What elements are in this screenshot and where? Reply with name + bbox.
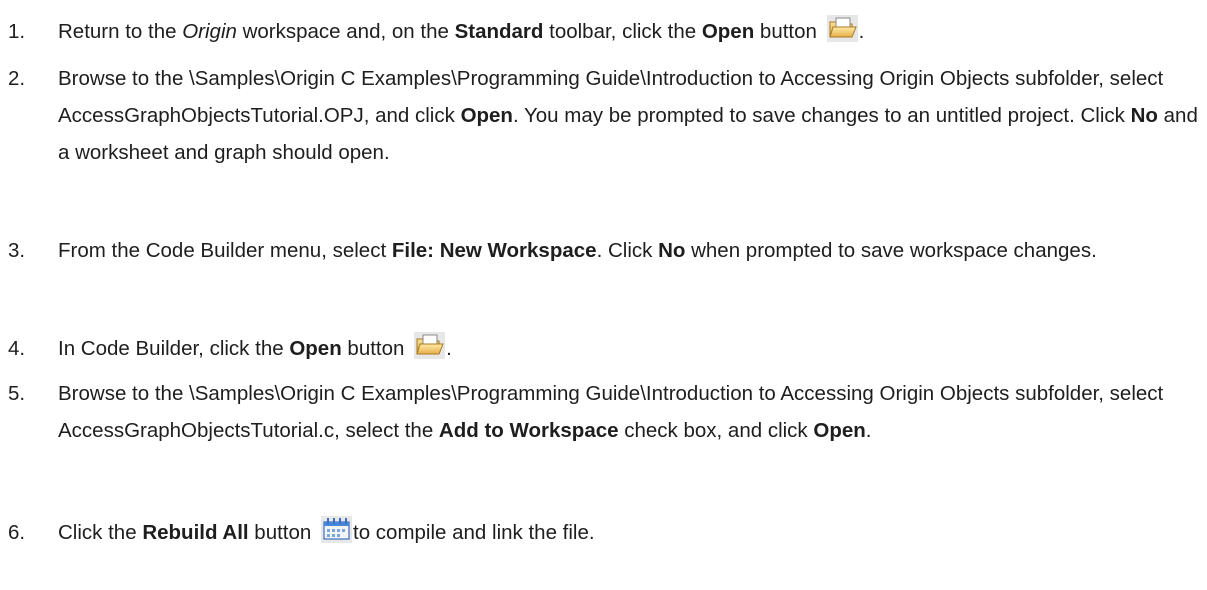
text-run: toolbar, click the <box>543 20 702 43</box>
step-text: Browse to the \Samples\Origin C Examples… <box>58 375 1200 449</box>
text-run: to compile and link the file. <box>353 521 595 544</box>
text-run: button <box>248 521 317 544</box>
step-number: 2. <box>8 67 26 90</box>
text-run: . Click <box>596 239 659 262</box>
step-5: 5. Browse to the \Samples\Origin C Examp… <box>0 375 1200 449</box>
step-1: 1. Return to the Origin workspace and, o… <box>0 13 1200 50</box>
bold-term: Standard <box>454 20 544 43</box>
step-number: 3. <box>8 239 26 262</box>
italic-term: Origin <box>182 20 237 43</box>
step-text: Click the Rebuild All button to compile … <box>58 514 1200 551</box>
bold-term: Open <box>289 337 342 360</box>
text-run: workspace and, on the <box>236 20 455 43</box>
instruction-list: 1. Return to the Origin workspace and, o… <box>0 0 1207 590</box>
step-text: Browse to the \Samples\Origin C Examples… <box>58 60 1200 171</box>
bold-term: No <box>1130 104 1158 127</box>
step-6: 6. Click the Rebuild All button to compi… <box>0 514 1200 551</box>
step-number: 5. <box>8 382 26 405</box>
text-run: . <box>446 337 452 360</box>
step-text: In Code Builder, click the Open button . <box>58 330 1200 367</box>
text-run: . <box>865 419 872 442</box>
text-run: In Code Builder, click the <box>58 337 290 360</box>
step-4: 4. In Code Builder, click the Open butto… <box>0 330 1200 367</box>
text-run: check box, and click <box>618 419 814 442</box>
step-number: 6. <box>8 521 26 544</box>
bold-term: Add to Workspace <box>438 419 619 442</box>
folder-open-icon <box>414 332 446 359</box>
folder-open-icon <box>826 15 858 42</box>
text-run: button <box>754 20 823 43</box>
step-2: 2. Browse to the \Samples\Origin C Examp… <box>0 60 1200 171</box>
text-run: Return to the <box>58 20 183 43</box>
step-number: 1. <box>8 20 26 43</box>
rebuild-all-icon <box>321 516 352 543</box>
text-run: From the Code Builder menu, select <box>58 239 392 262</box>
step-text: Return to the Origin workspace and, on t… <box>58 13 1200 50</box>
step-3: 3. From the Code Builder menu, select Fi… <box>0 232 1200 269</box>
text-run: . You may be prompted to save changes to… <box>512 104 1131 127</box>
text-run: Click the <box>58 521 143 544</box>
step-text: From the Code Builder menu, select File:… <box>58 232 1200 269</box>
bold-term: No <box>658 239 686 262</box>
bold-term: Rebuild All <box>142 521 249 544</box>
bold-term: Open <box>813 419 866 442</box>
text-run: when prompted to save workspace changes. <box>685 239 1097 262</box>
step-number: 4. <box>8 337 26 360</box>
bold-term: Open <box>701 20 755 43</box>
bold-term: Open <box>460 104 513 127</box>
bold-term: File: New Workspace <box>391 239 597 262</box>
text-run: . <box>858 20 865 43</box>
text-run: button <box>341 337 411 360</box>
